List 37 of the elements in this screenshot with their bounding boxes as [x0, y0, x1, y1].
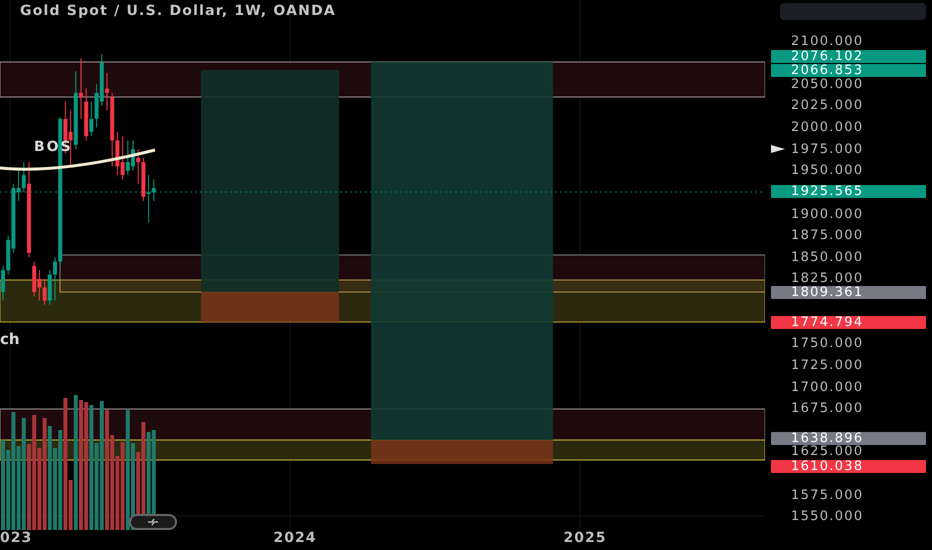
price-label: 1809.361 — [771, 286, 926, 299]
price-tick: 2100.000 — [791, 36, 864, 46]
price-label: 2076.102 — [771, 50, 926, 64]
price-tick: 1850.000 — [791, 252, 864, 263]
chart-title: Gold Spot / U.S. Dollar, 1W, OANDA — [20, 3, 336, 19]
time-axis-label: 2025 — [564, 530, 606, 546]
price-tick: 1550.000 — [791, 511, 864, 522]
chart-label: ch — [0, 330, 20, 348]
price-label: 2066.853 — [771, 64, 926, 78]
stop-zone[interactable] — [201, 292, 339, 322]
price-label: 1610.038 — [771, 460, 926, 473]
price-tick: 2025.000 — [791, 100, 864, 112]
price-tick: 1575.000 — [791, 490, 864, 501]
price-tick: 2000.000 — [791, 122, 864, 133]
target-zone[interactable] — [371, 62, 553, 440]
price-tick: 1825.000 — [791, 273, 864, 284]
price-tick: 1675.000 — [791, 403, 864, 414]
axis-toolbar[interactable] — [780, 3, 926, 20]
price-label: 1925.565 — [771, 185, 926, 198]
bolt-icon — [147, 518, 159, 526]
target-zone[interactable] — [201, 70, 339, 292]
price-tick: 1975.000 — [791, 144, 864, 155]
price-tick: 1900.000 — [791, 208, 864, 220]
price-label: 1774.794 — [771, 316, 926, 329]
price-tick: 1725.000 — [791, 360, 864, 371]
price-tick: 1950.000 — [791, 165, 864, 176]
price-marker-icon — [771, 145, 785, 153]
stop-zone[interactable] — [371, 440, 553, 464]
price-tick: 1875.000 — [791, 230, 864, 242]
bolt-button[interactable] — [129, 514, 177, 530]
price-tick: 2050.000 — [791, 78, 864, 90]
price-label: 1638.896 — [771, 432, 926, 445]
time-axis-label: 023 — [0, 530, 32, 546]
price-tick: 1700.000 — [791, 382, 864, 392]
time-axis-label: 2024 — [274, 530, 316, 546]
price-tick: 1750.000 — [791, 338, 864, 350]
price-tick: 1625.000 — [791, 446, 864, 458]
